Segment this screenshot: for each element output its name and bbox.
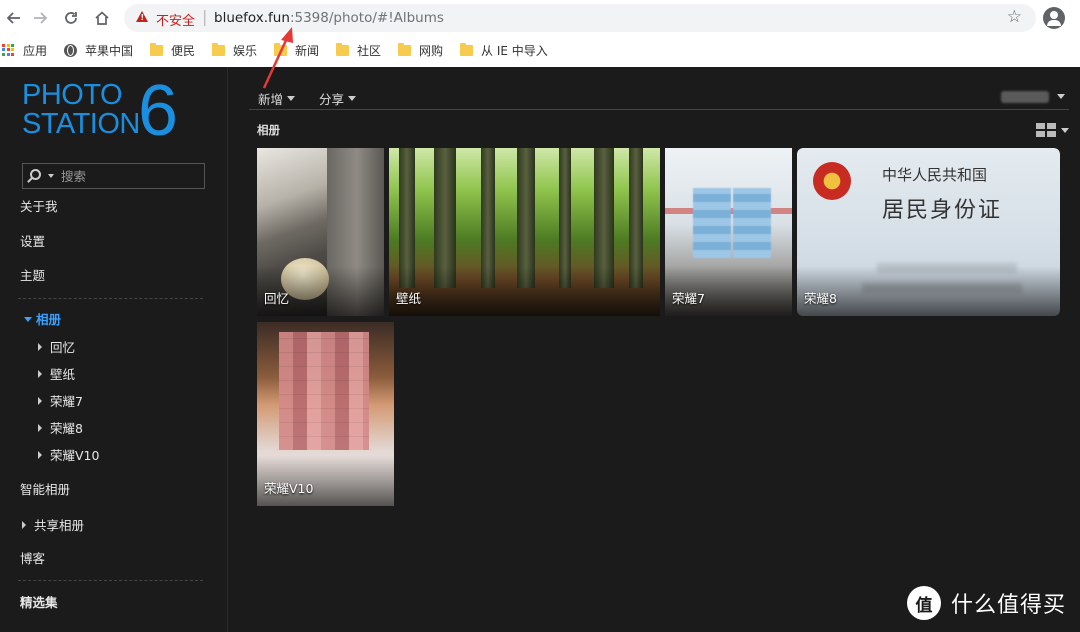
section-title: 相册 [257, 123, 280, 137]
album-tile[interactable]: 回忆 [257, 148, 384, 316]
photo-station-logo: PHOTO STATION 6 [22, 71, 179, 151]
album-title: 荣耀V10 [264, 481, 314, 496]
folder-icon [274, 43, 287, 56]
back-arrow-icon[interactable] [2, 6, 26, 30]
album-title: 荣耀7 [672, 291, 705, 306]
sidebar-item-theme[interactable]: 主题 [20, 265, 45, 284]
bookmark-folder[interactable]: 新闻 [274, 41, 319, 59]
sidebar-item-shared-albums[interactable]: 共享相册 [22, 515, 84, 534]
globe-icon [64, 43, 77, 57]
bookmark-folder[interactable]: 娱乐 [212, 41, 257, 59]
reload-icon[interactable] [59, 6, 83, 30]
smzdm-watermark: 值 什么值得买 [907, 586, 1066, 620]
search-icon[interactable] [30, 169, 41, 180]
collapsed-arrow-icon [38, 450, 42, 459]
security-label: 不安全 [156, 14, 196, 29]
home-icon[interactable] [90, 6, 114, 30]
forward-arrow-icon[interactable] [28, 6, 52, 30]
share-button[interactable]: 分享 [319, 89, 357, 108]
divider [18, 298, 203, 299]
toolbar: 新增 分享 [249, 82, 1069, 110]
new-button[interactable]: 新增 [258, 89, 296, 108]
collapsed-arrow-icon [22, 520, 26, 529]
search-box[interactable] [22, 163, 205, 189]
sidebar-item-smart-albums[interactable]: 智能相册 [20, 479, 70, 498]
browser-navbar: ! 不安全 | bluefox.fun:5398/photo/#!Albums … [0, 0, 1080, 36]
address-bar[interactable]: ! 不安全 | bluefox.fun:5398/photo/#!Albums … [124, 4, 1036, 32]
account-icon[interactable] [1043, 7, 1065, 29]
album-tile[interactable]: 壁纸 [389, 148, 660, 316]
folder-icon [398, 43, 411, 56]
search-input[interactable] [61, 166, 201, 186]
browser-chrome: ! 不安全 | bluefox.fun:5398/photo/#!Albums … [0, 0, 1080, 67]
sidebar: PHOTO STATION 6 关于我 设置 主题 相册 回忆 壁纸 荣耀7 荣… [0, 67, 228, 632]
collapsed-arrow-icon [38, 423, 42, 432]
grid-view-icon[interactable] [1036, 123, 1056, 137]
chevron-down-icon[interactable] [1057, 94, 1065, 99]
bookmark-apple-china[interactable]: 苹果中国 [64, 41, 133, 59]
chevron-down-icon[interactable] [1061, 128, 1069, 133]
bookmark-folder[interactable]: 从 IE 中导入 [460, 41, 548, 59]
chevron-down-icon [287, 96, 296, 101]
album-title: 回忆 [264, 291, 290, 306]
url-text[interactable]: bluefox.fun:5398/photo/#!Albums [214, 10, 444, 26]
sidebar-album-honor7[interactable]: 荣耀7 [38, 391, 83, 410]
divider [18, 580, 203, 581]
sidebar-item-featured[interactable]: 精选集 [20, 592, 58, 611]
apps-grid-icon [2, 43, 15, 57]
chevron-down-icon[interactable] [48, 174, 54, 178]
sidebar-album-bizhi[interactable]: 壁纸 [38, 364, 75, 383]
folder-icon [212, 43, 225, 56]
collapsed-arrow-icon [38, 396, 42, 405]
album-tile[interactable]: 荣耀7 [665, 148, 792, 316]
bookmark-star-icon[interactable]: ☆ [1007, 7, 1022, 27]
album-title: 壁纸 [396, 291, 422, 306]
collapsed-arrow-icon [38, 369, 42, 378]
sidebar-item-about[interactable]: 关于我 [20, 196, 58, 215]
main-content: 新增 分享 相册 回忆 壁纸 荣耀7 中华人民共和国 居民身份证 荣耀8 荣耀V… [229, 67, 1080, 632]
expanded-arrow-icon [24, 317, 32, 322]
bookmark-folder[interactable]: 社区 [336, 41, 381, 59]
bookmark-folder[interactable]: 便民 [150, 41, 195, 59]
sidebar-album-honor8[interactable]: 荣耀8 [38, 418, 83, 437]
album-tile[interactable]: 荣耀V10 [257, 322, 394, 506]
folder-icon [336, 43, 349, 56]
album-title: 荣耀8 [804, 291, 837, 306]
user-menu-name-blurred[interactable] [1001, 91, 1049, 103]
folder-icon [460, 43, 473, 56]
chevron-down-icon [348, 96, 357, 101]
sidebar-album-huiyi[interactable]: 回忆 [38, 337, 75, 356]
emblem-icon [813, 162, 851, 200]
watermark-logo: 值 [907, 586, 941, 620]
bookmark-folder[interactable]: 网购 [398, 41, 443, 59]
folder-icon [150, 43, 163, 56]
sidebar-item-settings[interactable]: 设置 [20, 231, 45, 250]
collapsed-arrow-icon [38, 342, 42, 351]
sidebar-album-honorv10[interactable]: 荣耀V10 [38, 445, 99, 464]
album-tile[interactable]: 中华人民共和国 居民身份证 荣耀8 [797, 148, 1060, 316]
bookmarks-bar: 应用 苹果中国 便民 娱乐 新闻 社区 网购 从 IE 中导入 [0, 38, 1080, 62]
sidebar-item-albums[interactable]: 相册 [24, 309, 61, 328]
sidebar-item-blog[interactable]: 博客 [20, 548, 45, 567]
bookmark-apps[interactable]: 应用 [2, 41, 47, 59]
